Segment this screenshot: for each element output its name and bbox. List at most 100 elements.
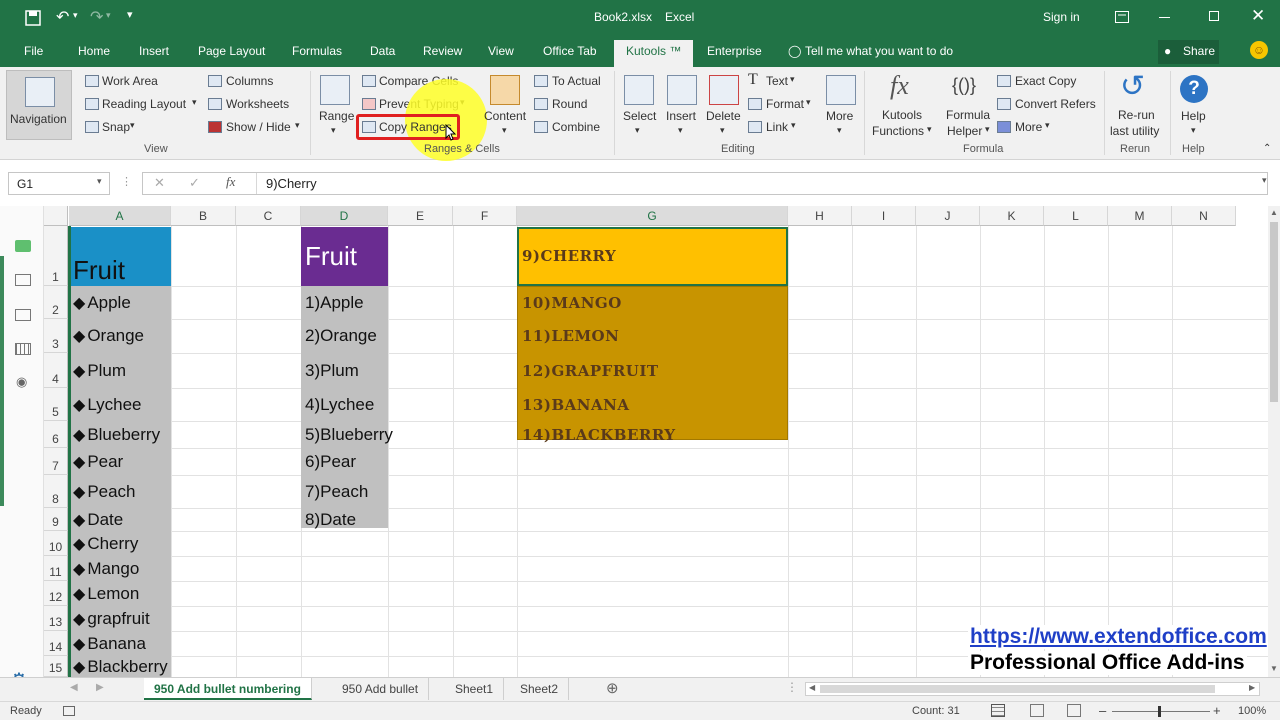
show-hide-button[interactable]: Show / Hide <box>226 120 291 134</box>
tab-view[interactable]: View <box>488 44 514 58</box>
tab-kutools[interactable]: Kutools ™ <box>614 40 694 67</box>
page-break-view-icon[interactable] <box>1067 704 1081 717</box>
cell-a5[interactable]: Lychee <box>69 388 179 421</box>
cell-a7[interactable]: Pear <box>69 448 179 475</box>
insert-button[interactable]: Insert <box>666 109 696 123</box>
formula-helper-button[interactable]: Formula <box>946 108 990 122</box>
row-header-6[interactable]: 6 <box>44 421 68 448</box>
cell-a12[interactable]: Lemon <box>69 581 179 606</box>
add-sheet-icon[interactable]: ⊕ <box>606 679 619 697</box>
collapse-ribbon-icon[interactable]: ⌃ <box>1263 143 1271 154</box>
maximize-icon[interactable] <box>1209 11 1219 21</box>
sheet-tab-2[interactable]: 950 Add bullet <box>332 678 430 700</box>
snap-button[interactable]: Snap <box>102 120 130 134</box>
zoom-slider-thumb[interactable] <box>1158 706 1161 717</box>
column-header-d[interactable]: D <box>301 206 388 226</box>
select-button[interactable]: Select <box>623 109 656 123</box>
kutools-functions-button[interactable]: Kutools <box>882 108 922 122</box>
tab-data[interactable]: Data <box>370 44 395 58</box>
zoom-slider[interactable] <box>1112 711 1210 712</box>
column-header-i[interactable]: I <box>852 206 916 226</box>
sign-in-link[interactable]: Sign in <box>1043 10 1080 24</box>
column-header-b[interactable]: B <box>171 206 236 226</box>
scroll-up-icon[interactable]: ▲ <box>1270 208 1278 217</box>
tab-insert[interactable]: Insert <box>139 44 169 58</box>
row-header-13[interactable]: 13 <box>44 606 68 631</box>
tab-formulas[interactable]: Formulas <box>292 44 342 58</box>
cell-a11[interactable]: Mango <box>69 556 179 581</box>
redo-dropdown-icon[interactable]: ▾ <box>106 10 111 21</box>
column-header-h[interactable]: H <box>788 206 852 226</box>
work-area-button[interactable]: Work Area <box>102 74 158 88</box>
name-box[interactable]: G1 ▾ <box>8 172 110 195</box>
convert-refers-button[interactable]: Convert Refers <box>1015 97 1096 111</box>
more-button[interactable]: More <box>826 109 853 123</box>
row-header-11[interactable]: 11 <box>44 556 68 581</box>
scroll-right-icon[interactable]: ▶ <box>1249 683 1255 692</box>
columns-button[interactable]: Columns <box>226 74 273 88</box>
cell-d3[interactable]: 2)Orange <box>301 319 401 353</box>
cell-g1[interactable]: 9)CHERRY <box>518 226 786 286</box>
link-button[interactable]: Link <box>766 120 788 134</box>
help-dropdown-icon[interactable]: ▾ <box>1191 125 1196 136</box>
tab-page-layout[interactable]: Page Layout <box>198 44 265 58</box>
minimize-icon[interactable] <box>1159 17 1170 18</box>
sheet-tab-4[interactable]: Sheet2 <box>510 678 570 700</box>
cell-a1[interactable]: Fruit <box>69 226 179 286</box>
cell-d6[interactable]: 5)Blueberry <box>301 421 401 448</box>
format-dropdown-icon[interactable]: ▾ <box>806 97 811 108</box>
tab-review[interactable]: Review <box>423 44 462 58</box>
reading-layout-dropdown-icon[interactable]: ▾ <box>192 97 197 108</box>
insert-function-icon[interactable]: fx <box>226 174 235 190</box>
vertical-scrollbar[interactable]: ▲ ▼ <box>1268 206 1280 677</box>
hscroll-thumb[interactable] <box>820 685 1215 693</box>
watermark-url[interactable]: https://www.extendoffice.com <box>968 625 1269 649</box>
range-button[interactable]: Range <box>319 109 354 123</box>
navigation-button[interactable]: Navigation <box>6 70 72 140</box>
copy-ranges-button[interactable]: Copy Ranges <box>379 120 452 134</box>
macro-record-icon[interactable] <box>63 706 75 716</box>
zoom-out-icon[interactable]: – <box>1099 703 1106 718</box>
zoom-in-icon[interactable]: + <box>1213 703 1221 718</box>
cell-g5[interactable]: 13)BANANA <box>518 388 786 421</box>
cancel-icon[interactable]: ✕ <box>154 175 165 191</box>
column-header-g[interactable]: G <box>517 206 788 226</box>
save-icon[interactable] <box>25 10 41 26</box>
zoom-level[interactable]: 100% <box>1238 705 1266 717</box>
cell-a13[interactable]: grapfruit <box>69 606 179 631</box>
row-header-1[interactable]: 1 <box>44 226 68 286</box>
close-icon[interactable]: ✕ <box>1251 6 1265 26</box>
row-header-4[interactable]: 4 <box>44 353 68 388</box>
cell-a3[interactable]: Orange <box>69 319 179 353</box>
row-header-8[interactable]: 8 <box>44 475 68 508</box>
horizontal-scrollbar[interactable]: ◀ ▶ <box>805 682 1260 696</box>
tell-me-box[interactable]: Tell me what you want to do <box>805 44 953 58</box>
column-header-e[interactable]: E <box>388 206 453 226</box>
text-button[interactable]: Text <box>766 74 788 88</box>
tab-office-tab[interactable]: Office Tab <box>543 44 597 58</box>
row-header-3[interactable]: 3 <box>44 319 68 353</box>
cell-g4[interactable]: 12)GRAPFRUIT <box>518 353 786 388</box>
prev-sheet-icon[interactable]: ◀ <box>70 682 78 693</box>
help-button[interactable]: Help <box>1181 109 1206 123</box>
cell-a15[interactable]: Blackberry <box>69 656 179 677</box>
scroll-left-icon[interactable]: ◀ <box>809 683 815 692</box>
insert-dropdown-icon[interactable]: ▾ <box>678 125 683 136</box>
delete-button[interactable]: Delete <box>706 109 741 123</box>
smiley-icon[interactable]: ☺ <box>1250 41 1268 59</box>
share-button[interactable]: ● Share <box>1158 40 1219 64</box>
snap-dropdown-icon[interactable]: ▾ <box>130 120 135 131</box>
column-header-n[interactable]: N <box>1172 206 1236 226</box>
tab-file[interactable]: File <box>24 44 43 58</box>
show-hide-dropdown-icon[interactable]: ▾ <box>295 120 300 131</box>
undo-dropdown-icon[interactable]: ▾ <box>73 10 78 21</box>
format-button[interactable]: Format <box>766 97 804 111</box>
formula-input[interactable]: 9)Cherry <box>266 176 317 191</box>
ribbon-display-icon[interactable] <box>1115 11 1129 23</box>
cell-g3[interactable]: 11)LEMON <box>518 319 786 353</box>
select-all-corner[interactable] <box>44 206 68 226</box>
cell-d8[interactable]: 7)Peach <box>301 475 401 508</box>
cell-d5[interactable]: 4)Lychee <box>301 388 401 421</box>
column-header-f[interactable]: F <box>453 206 517 226</box>
content-dropdown-icon[interactable]: ▾ <box>502 125 507 136</box>
